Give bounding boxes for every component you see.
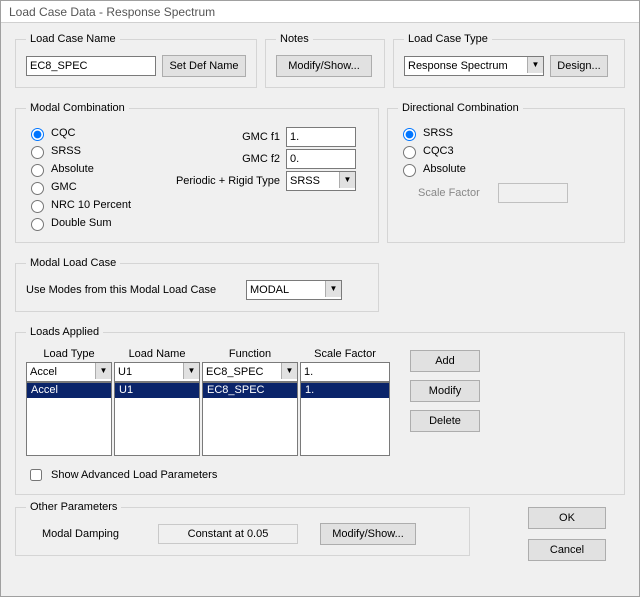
modal-load-case-select[interactable] — [246, 280, 342, 300]
radio-absolute-label: Absolute — [51, 163, 94, 175]
radio-dir-absolute-label: Absolute — [423, 163, 466, 175]
loads-loadtype-list[interactable]: Accel — [26, 382, 112, 456]
gmc-f2-input[interactable] — [286, 149, 356, 169]
modal-load-case-label: Use Modes from this Modal Load Case — [26, 284, 246, 296]
list-item[interactable]: Accel — [27, 383, 111, 398]
loads-loadname-select[interactable] — [114, 362, 200, 382]
dialog-content: Load Case Name Set Def Name Notes Modify… — [1, 23, 639, 596]
radio-dir-cqc3-label: CQC3 — [423, 145, 454, 157]
modal-load-case-legend: Modal Load Case — [26, 257, 120, 269]
loads-applied-group: Loads Applied Load Type Load Name Functi… — [15, 326, 625, 495]
radio-dir-srss-label: SRSS — [423, 127, 453, 139]
other-parameters-legend: Other Parameters — [26, 501, 121, 513]
directional-combination-legend: Directional Combination — [398, 102, 523, 114]
col-load-name: Load Name — [114, 348, 200, 360]
loads-scalefactor-list[interactable]: 1. — [300, 382, 390, 456]
radio-doublesum[interactable] — [31, 218, 44, 231]
radio-dir-cqc3[interactable] — [403, 146, 416, 159]
loads-delete-button[interactable]: Delete — [410, 410, 480, 432]
loads-modify-button[interactable]: Modify — [410, 380, 480, 402]
gmc-f1-label: GMC f1 — [166, 131, 286, 143]
dialog-window: Load Case Data - Response Spectrum Load … — [0, 0, 640, 597]
col-scale-factor: Scale Factor — [300, 348, 390, 360]
list-item[interactable]: 1. — [301, 383, 389, 398]
load-case-name-group: Load Case Name Set Def Name — [15, 33, 257, 88]
load-case-type-group: Load Case Type ▼ Design... — [393, 33, 625, 88]
modal-combination-legend: Modal Combination — [26, 102, 129, 114]
radio-dir-absolute[interactable] — [403, 164, 416, 177]
radio-nrc10-label: NRC 10 Percent — [51, 199, 131, 211]
load-case-type-legend: Load Case Type — [404, 33, 492, 45]
load-case-name-input[interactable] — [26, 56, 156, 76]
radio-nrc10[interactable] — [31, 200, 44, 213]
loads-scalefactor-input[interactable] — [300, 362, 390, 382]
show-advanced-label: Show Advanced Load Parameters — [51, 469, 217, 481]
radio-gmc[interactable] — [31, 182, 44, 195]
loads-loadname-list[interactable]: U1 — [114, 382, 200, 456]
radio-cqc[interactable] — [31, 128, 44, 141]
set-def-name-button[interactable]: Set Def Name — [162, 55, 246, 77]
modal-combination-group: Modal Combination CQC SRSS Absolute GMC … — [15, 102, 379, 243]
loads-loadtype-select[interactable] — [26, 362, 112, 382]
dir-scale-factor-label: Scale Factor — [398, 187, 498, 199]
col-load-type: Load Type — [26, 348, 112, 360]
other-parameters-group: Other Parameters Modal Damping Modify/Sh… — [15, 501, 470, 556]
dir-scale-factor-input — [498, 183, 568, 203]
window-title: Load Case Data - Response Spectrum — [9, 5, 215, 19]
titlebar: Load Case Data - Response Spectrum — [1, 1, 639, 23]
loads-function-list[interactable]: EC8_SPEC — [202, 382, 298, 456]
radio-doublesum-label: Double Sum — [51, 217, 112, 229]
radio-gmc-label: GMC — [51, 181, 77, 193]
radio-srss-label: SRSS — [51, 145, 81, 157]
col-function: Function — [202, 348, 298, 360]
other-modify-button[interactable]: Modify/Show... — [320, 523, 416, 545]
radio-absolute[interactable] — [31, 164, 44, 177]
directional-combination-group: Directional Combination SRSS CQC3 Absolu… — [387, 102, 625, 243]
radio-cqc-label: CQC — [51, 127, 75, 139]
loads-add-button[interactable]: Add — [410, 350, 480, 372]
load-case-name-legend: Load Case Name — [26, 33, 120, 45]
radio-dir-srss[interactable] — [403, 128, 416, 141]
ok-button[interactable]: OK — [528, 507, 606, 529]
loads-function-select[interactable] — [202, 362, 298, 382]
modal-damping-value — [158, 524, 298, 544]
periodic-rigid-type-select[interactable] — [286, 171, 356, 191]
loads-applied-legend: Loads Applied — [26, 326, 103, 338]
notes-legend: Notes — [276, 33, 313, 45]
radio-srss[interactable] — [31, 146, 44, 159]
notes-modify-button[interactable]: Modify/Show... — [276, 55, 372, 77]
periodic-rigid-type-label: Periodic + Rigid Type — [166, 175, 286, 187]
list-item[interactable]: EC8_SPEC — [203, 383, 297, 398]
list-item[interactable]: U1 — [115, 383, 199, 398]
notes-group: Notes Modify/Show... — [265, 33, 385, 88]
gmc-f1-input[interactable] — [286, 127, 356, 147]
modal-damping-label: Modal Damping — [26, 528, 136, 540]
design-button[interactable]: Design... — [550, 55, 608, 77]
gmc-f2-label: GMC f2 — [166, 153, 286, 165]
load-case-type-select[interactable] — [404, 56, 544, 76]
cancel-button[interactable]: Cancel — [528, 539, 606, 561]
show-advanced-checkbox[interactable] — [30, 469, 42, 481]
modal-load-case-group: Modal Load Case Use Modes from this Moda… — [15, 257, 379, 312]
